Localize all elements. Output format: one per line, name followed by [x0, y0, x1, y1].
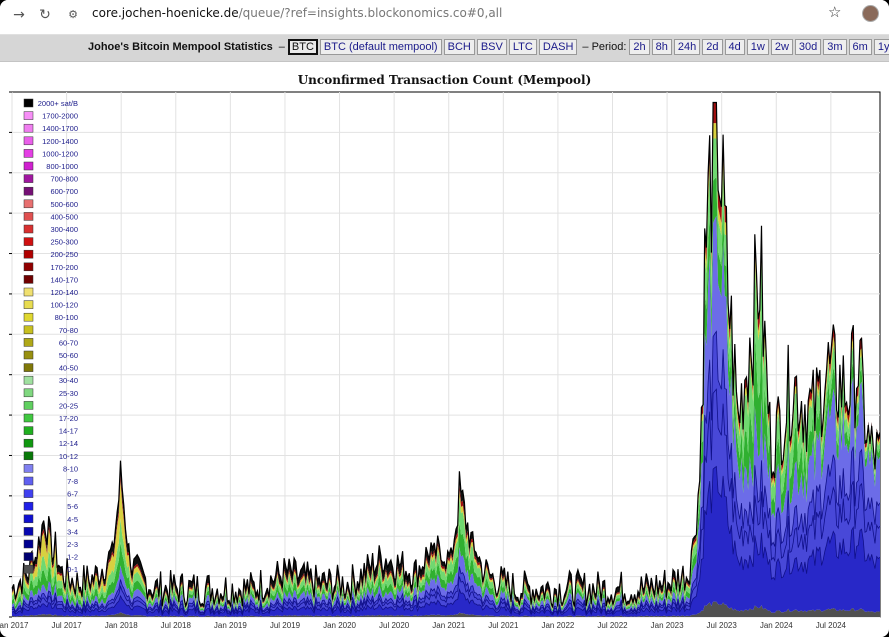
x-tick-label: Jan 2021 — [432, 621, 465, 630]
legend-label: 50-60 — [59, 351, 78, 360]
mempool-chart: Jan 2017 Jul 2017 Jan 2018 Jul 2018 Jan 2019… — [0, 91, 881, 630]
legend-swatch — [23, 262, 34, 272]
legend-label: 100-120 — [50, 301, 78, 310]
x-tick-label: Jan 2022 — [541, 621, 574, 630]
legend-label: 7-8 — [67, 477, 78, 486]
legend-swatch — [23, 401, 34, 410]
legend-swatch — [23, 287, 34, 297]
legend-swatch — [23, 98, 34, 108]
legend-label: 600-700 — [50, 187, 78, 196]
legend-swatch — [23, 501, 34, 511]
legend-swatch — [23, 350, 34, 360]
x-tick-label: Jul 2022 — [597, 621, 628, 630]
legend-label: 1400-1700 — [42, 124, 78, 133]
x-tick-label: Jul 2019 — [270, 621, 301, 630]
legend-swatch — [23, 212, 34, 221]
legend-swatch — [23, 161, 34, 171]
legend-label: 140-170 — [50, 275, 78, 284]
x-tick-label: Jul 2017 — [51, 621, 82, 630]
legend-swatch — [23, 136, 34, 146]
legend-label: 4-5 — [67, 515, 78, 524]
legend-swatch — [23, 564, 34, 574]
legend-swatch — [23, 552, 34, 561]
legend-label: 10-12 — [59, 452, 78, 461]
legend-swatch — [23, 438, 34, 448]
legend-label: 300-400 — [50, 225, 78, 234]
legend-label: 60-70 — [59, 338, 78, 347]
legend-swatch — [23, 489, 34, 498]
legend-swatch — [23, 426, 34, 435]
legend-label: 70-80 — [59, 326, 78, 335]
legend-label: 5-6 — [67, 502, 78, 511]
legend-label: 80-100 — [55, 313, 78, 322]
legend-label: 1000-1200 — [42, 149, 78, 158]
legend-label: 120-140 — [50, 288, 78, 297]
legend-swatch — [23, 237, 34, 246]
legend-label: 25-30 — [59, 389, 78, 398]
x-tick-label: Jan 2019 — [214, 621, 247, 630]
legend-swatch — [23, 249, 34, 259]
legend-label: 0-1 — [67, 565, 78, 574]
legend-label: 14-17 — [59, 427, 78, 436]
legend-swatch — [23, 476, 34, 486]
legend-swatch — [23, 149, 34, 158]
legend-label: 170-200 — [50, 263, 78, 272]
legend-swatch — [23, 325, 34, 335]
legend-label: 700-800 — [50, 175, 78, 184]
legend-swatch — [23, 338, 34, 347]
x-tick-label: Jan 2023 — [651, 621, 684, 630]
legend-label: 400-500 — [50, 212, 78, 221]
legend-label: 500-600 — [50, 200, 78, 209]
legend-swatch — [23, 174, 34, 183]
x-tick-label: Jan 2020 — [323, 621, 356, 630]
legend-swatch — [23, 123, 34, 133]
legend-label: 200-250 — [50, 250, 78, 259]
legend-swatch — [23, 388, 34, 398]
legend-label: 12-14 — [59, 439, 78, 448]
legend-swatch — [23, 312, 34, 322]
x-tick-label: Jul 2023 — [707, 621, 738, 630]
x-tick-label: Jan 2017 — [0, 621, 29, 630]
browser-window: → ↻ ⚙ core.jochen-hoenicke.de/queue/?ref… — [0, 0, 889, 637]
x-tick-label: Jan 2018 — [105, 621, 138, 630]
legend-swatch — [23, 186, 34, 196]
x-tick-label: Jul 2020 — [379, 621, 410, 630]
x-tick-label: Jul 2021 — [488, 621, 519, 630]
legend-label: 40-50 — [59, 364, 78, 373]
legend-swatch — [23, 111, 34, 120]
legend-label: 800-1000 — [46, 162, 78, 171]
legend-label: 30-40 — [59, 376, 78, 385]
legend-swatch — [23, 413, 34, 423]
legend-label: 250-300 — [50, 238, 78, 247]
legend-swatch — [23, 300, 34, 309]
x-tick-label: Jan 2024 — [760, 621, 793, 630]
x-tick-label: Jul 2018 — [161, 621, 192, 630]
legend-label: 3-4 — [67, 527, 78, 536]
legend-swatch — [23, 514, 34, 524]
legend-label: 1700-2000 — [42, 112, 78, 121]
legend-swatch — [23, 375, 34, 385]
legend-swatch — [23, 464, 34, 473]
legend-swatch — [23, 527, 34, 536]
legend-label: 2000+ sat/B — [38, 99, 78, 108]
legend-label: 6-7 — [67, 490, 78, 499]
legend-label: 1-2 — [67, 553, 78, 562]
x-tick-label: Jul 2024 — [816, 621, 847, 630]
legend-label: 2-3 — [67, 540, 78, 549]
legend-label: 20-25 — [59, 401, 78, 410]
legend-swatch — [23, 363, 34, 372]
legend-swatch — [23, 224, 34, 234]
legend-swatch — [23, 451, 34, 461]
legend-label: 8-10 — [63, 464, 78, 473]
legend-swatch — [23, 539, 34, 549]
legend-swatch — [23, 199, 34, 209]
legend-label: 17-20 — [59, 414, 78, 423]
legend-swatch — [23, 275, 34, 284]
legend-label: 1200-1400 — [42, 137, 78, 146]
